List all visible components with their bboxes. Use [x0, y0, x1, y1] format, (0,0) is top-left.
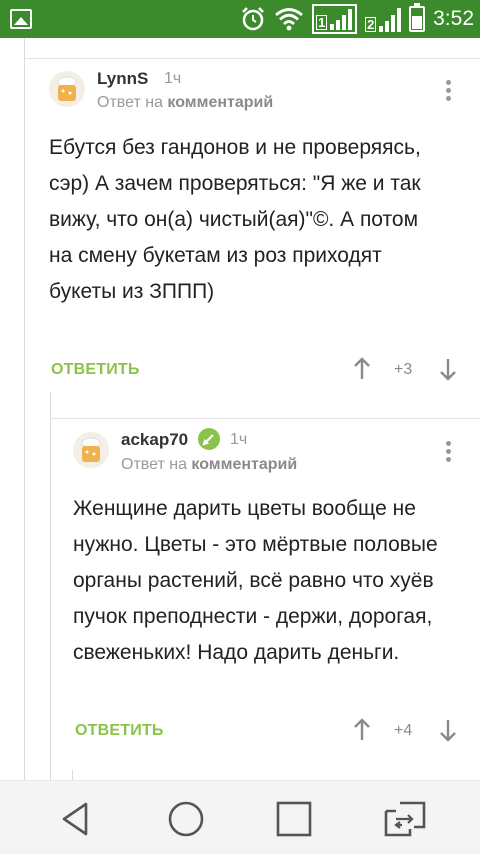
more-menu-icon[interactable] — [446, 441, 452, 463]
comment-time: 1ч — [230, 431, 248, 448]
thread-divider — [50, 418, 480, 419]
comment-score: +4 — [394, 722, 413, 739]
avatar[interactable] — [49, 71, 85, 107]
comment-text: Женщине дарить цветы вообще не нужно. Цв… — [73, 497, 438, 664]
reply-to: Ответ на комментарий — [97, 94, 274, 111]
back-icon[interactable] — [56, 799, 96, 839]
avatar[interactable] — [73, 432, 109, 468]
home-icon[interactable] — [166, 799, 206, 839]
battery-icon — [409, 3, 426, 32]
comment-score: +3 — [394, 361, 413, 378]
comment-author[interactable]: ackap70 — [121, 430, 188, 450]
upvote-icon[interactable] — [352, 718, 372, 742]
thread-divider — [24, 58, 480, 59]
comment-time: 1ч — [164, 70, 182, 87]
pencil-icon — [198, 428, 220, 450]
avatar-image — [73, 432, 109, 468]
thread-line — [50, 392, 51, 780]
thread-line — [24, 38, 25, 780]
avatar-image — [49, 71, 85, 107]
thread-line — [72, 770, 73, 780]
recents-icon[interactable] — [274, 799, 314, 839]
status-bar: 1 2 3:52 — [0, 0, 480, 38]
downvote-icon[interactable] — [438, 718, 458, 742]
switch-icon[interactable] — [382, 799, 428, 839]
reply-button[interactable]: ОТВЕТИТЬ — [51, 361, 140, 379]
image-icon — [10, 9, 32, 29]
comment-author[interactable]: LynnS — [97, 69, 148, 89]
signal-icon: 1 — [312, 4, 358, 34]
reply-to: Ответ на комментарий — [121, 456, 298, 473]
upvote-icon[interactable] — [352, 357, 372, 381]
downvote-icon[interactable] — [438, 357, 458, 381]
comment-text: Ебутся без гандонов и не проверяясь, сэр… — [49, 136, 421, 303]
navigation-bar — [0, 780, 480, 854]
wifi-icon — [275, 8, 304, 31]
alarm-icon — [242, 7, 265, 31]
more-menu-icon[interactable] — [446, 80, 452, 102]
status-time: 3:52 — [433, 7, 474, 30]
reply-to-link[interactable]: комментарий — [167, 94, 273, 111]
reply-to-link[interactable]: комментарий — [191, 456, 297, 473]
reply-button[interactable]: ОТВЕТИТЬ — [75, 722, 164, 740]
signal-icon: 2 — [365, 6, 402, 32]
status-icons: 1 2 3:52 — [240, 0, 474, 38]
